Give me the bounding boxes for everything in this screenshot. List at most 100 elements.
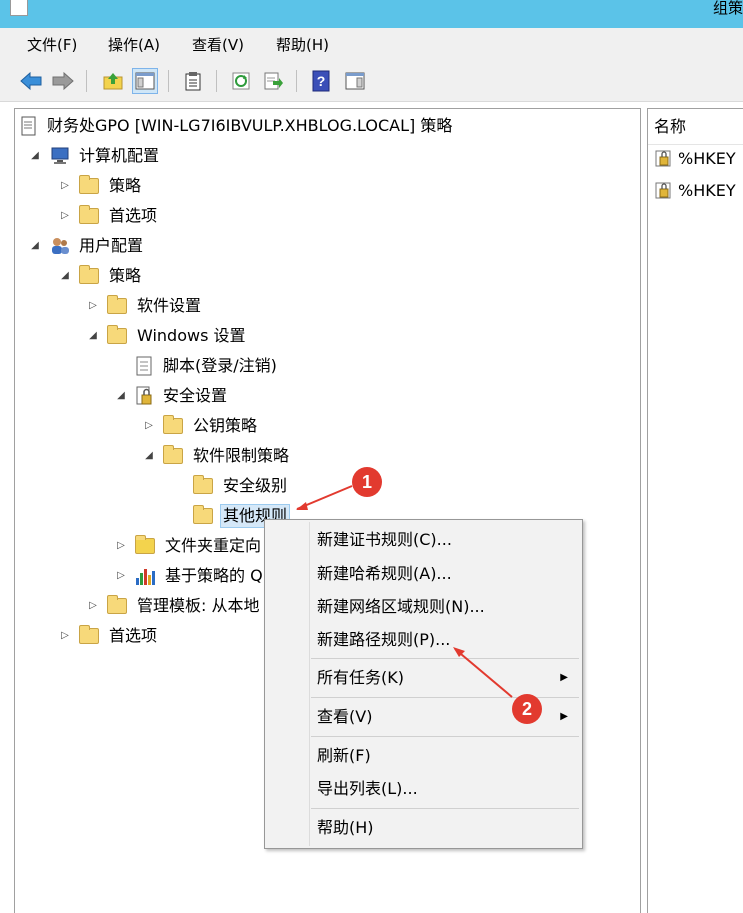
folder-icon — [79, 175, 99, 194]
forward-icon[interactable] — [50, 68, 76, 94]
tree-item-uc-policies[interactable]: ◢ 策略 — [59, 263, 143, 289]
folder-icon — [163, 445, 183, 464]
folder-icon — [193, 505, 213, 524]
folder-icon — [163, 415, 183, 434]
list-item-label: %HKEY — [678, 148, 736, 168]
toolbar: ? — [0, 62, 743, 102]
collapse-arrow-icon[interactable]: ◢ — [29, 150, 41, 161]
menu-export-list[interactable]: 导出列表(L)... — [317, 779, 418, 799]
up-folder-icon[interactable] — [100, 68, 126, 94]
expand-arrow-icon[interactable]: ▷ — [87, 600, 99, 611]
export-list-icon[interactable] — [260, 68, 286, 94]
tree-item-label: 用户配置 — [79, 236, 144, 255]
folder-icon — [107, 595, 127, 614]
list-item[interactable]: %HKEY — [654, 179, 736, 201]
collapse-arrow-icon[interactable]: ◢ — [143, 450, 155, 461]
show-hide-tree-icon[interactable] — [132, 68, 158, 94]
collapse-arrow-icon[interactable]: ◢ — [115, 390, 127, 401]
tree-item-folder-redirection[interactable]: ▷ 文件夹重定向 — [115, 533, 263, 559]
tree-item-label: 安全设置 — [163, 386, 228, 405]
tree-item-policy-qos[interactable]: ▷ 基于策略的 Q — [115, 563, 265, 589]
tree-item-user-config[interactable]: ◢ 用户配置 — [29, 233, 145, 259]
expand-arrow-icon[interactable]: ▷ — [59, 180, 71, 191]
folder-icon — [79, 625, 99, 644]
tree-item-public-key[interactable]: ▷ 公钥策略 — [143, 413, 259, 439]
tree-item-cc-policies[interactable]: ▷ 策略 — [59, 173, 143, 199]
folder-icon — [107, 295, 127, 314]
bar-chart-icon — [135, 566, 157, 586]
menu-gutter — [309, 522, 310, 846]
window-icon — [10, 0, 28, 16]
action-pane-icon[interactable] — [342, 68, 368, 94]
tree-item-cc-preferences[interactable]: ▷ 首选项 — [59, 203, 159, 229]
tree-item-label: 首选项 — [109, 206, 158, 225]
submenu-arrow-icon: ▶ — [560, 672, 568, 683]
submenu-arrow-icon: ▶ — [560, 711, 568, 722]
toolbar-separator — [86, 70, 87, 92]
back-icon[interactable] — [18, 68, 44, 94]
toolbar-separator — [168, 70, 169, 92]
expand-arrow-icon[interactable]: ▷ — [143, 420, 155, 431]
tree-item-label: 策略 — [109, 266, 142, 285]
menu-new-hash-rule[interactable]: 新建哈希规则(A)... — [317, 564, 452, 584]
tree-item-label: 管理模板: 从本地 — [137, 596, 260, 615]
menu-separator — [311, 697, 579, 698]
menu-all-tasks[interactable]: 所有任务(K) — [317, 668, 404, 688]
tree-root[interactable]: 财务处GPO [WIN-LG7I6IBVULP.XHBLOG.LOCAL] 策略 — [21, 113, 454, 139]
menu-help[interactable]: 帮助(H) — [317, 818, 374, 838]
menu-action[interactable]: 操作(A) — [108, 36, 160, 54]
collapse-arrow-icon[interactable]: ◢ — [29, 240, 41, 251]
tree-item-scripts[interactable]: 脚本(登录/注销) — [135, 353, 279, 379]
folder-icon — [79, 205, 99, 224]
collapse-arrow-icon[interactable]: ◢ — [87, 330, 99, 341]
tree-item-uc-preferences[interactable]: ▷ 首选项 — [59, 623, 159, 649]
menu-new-path-rule[interactable]: 新建路径规则(P)... — [317, 630, 450, 650]
result-list-pane[interactable]: 名称 %HKEY %HKEY — [647, 108, 743, 913]
title-bar: 组策 — [0, 0, 743, 28]
tree-item-security-levels[interactable]: 安全级别 — [193, 473, 289, 499]
annotation-badge-2: 2 — [512, 694, 542, 724]
toolbar-separator — [216, 70, 217, 92]
list-item-label: %HKEY — [678, 180, 736, 200]
security-icon — [135, 386, 153, 406]
help-icon[interactable]: ? — [308, 68, 334, 94]
expand-arrow-icon[interactable]: ▷ — [87, 300, 99, 311]
menu-separator — [311, 658, 579, 659]
expand-arrow-icon[interactable]: ▷ — [59, 210, 71, 221]
expand-arrow-icon[interactable]: ▷ — [59, 630, 71, 641]
tree-item-windows-settings[interactable]: ◢ Windows 设置 — [87, 323, 248, 349]
folder-icon — [193, 475, 213, 494]
menu-separator — [311, 808, 579, 809]
menu-view[interactable]: 查看(V) — [317, 707, 372, 727]
tree-item-computer-config[interactable]: ◢ 计算机配置 — [29, 143, 161, 169]
tree-item-label: 安全级别 — [223, 476, 288, 495]
computer-icon — [49, 146, 71, 166]
collapse-arrow-icon[interactable]: ◢ — [59, 270, 71, 281]
folder-icon — [135, 535, 155, 554]
menu-new-network-zone-rule[interactable]: 新建网络区域规则(N)... — [317, 597, 485, 617]
tree-item-software-settings[interactable]: ▷ 软件设置 — [87, 293, 203, 319]
menu-bar: 文件(F) 操作(A) 查看(V) 帮助(H) — [0, 28, 743, 62]
script-icon — [135, 356, 153, 376]
list-item[interactable]: %HKEY — [654, 147, 736, 169]
expand-arrow-icon[interactable]: ▷ — [115, 570, 127, 581]
menu-new-certificate-rule[interactable]: 新建证书规则(C)... — [317, 530, 452, 550]
menu-file[interactable]: 文件(F) — [27, 36, 77, 54]
menu-view[interactable]: 查看(V) — [192, 36, 244, 54]
column-header-name[interactable]: 名称 — [648, 109, 743, 145]
tree-item-label: 策略 — [109, 176, 142, 195]
context-menu: 新建证书规则(C)... 新建哈希规则(A)... 新建网络区域规则(N)...… — [264, 519, 583, 849]
window-title: 组策 — [712, 0, 743, 17]
expand-arrow-icon[interactable]: ▷ — [115, 540, 127, 551]
menu-help[interactable]: 帮助(H) — [276, 36, 329, 54]
tree-item-label: 公钥策略 — [193, 416, 258, 435]
registry-rule-icon — [654, 148, 674, 168]
tree-item-security-settings[interactable]: ◢ 安全设置 — [115, 383, 229, 409]
folder-icon — [79, 265, 99, 284]
refresh-icon[interactable] — [228, 68, 254, 94]
tree-item-label: 计算机配置 — [79, 146, 160, 165]
folder-icon — [107, 325, 127, 344]
properties-icon[interactable] — [180, 68, 206, 94]
tree-item-srp[interactable]: ◢ 软件限制策略 — [143, 443, 291, 469]
menu-refresh[interactable]: 刷新(F) — [317, 746, 371, 766]
